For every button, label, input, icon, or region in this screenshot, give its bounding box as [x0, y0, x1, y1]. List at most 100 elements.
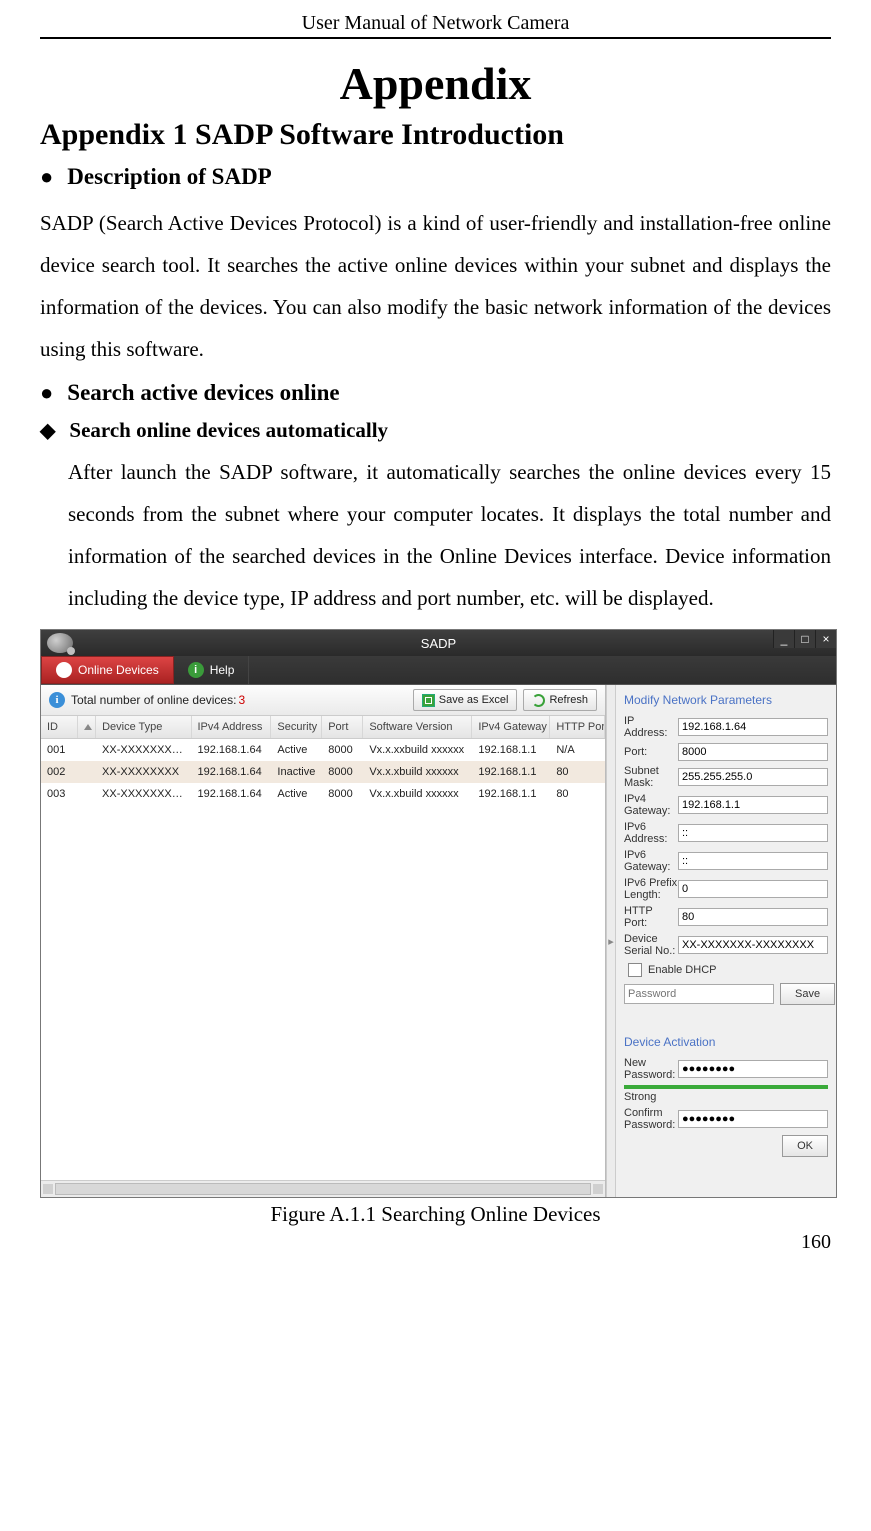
cell-gateway: 192.168.1.1 [472, 766, 550, 778]
activation-title: Device Activation [624, 1035, 828, 1049]
titlebar: SADP _ □ × [41, 630, 836, 656]
table-header: ID Device Type IPv4 Address Security Por… [41, 716, 605, 739]
page-number: 160 [40, 1231, 831, 1254]
ipv6-prefix-label: IPv6 Prefix Length: [624, 877, 678, 901]
col-id[interactable]: ID [41, 716, 78, 738]
sort-asc-icon [84, 724, 92, 730]
cell-ip: 192.168.1.64 [191, 788, 271, 800]
cell-ip: 192.168.1.64 [191, 766, 271, 778]
table-row[interactable]: 003 XX-XXXXXXXXXX 192.168.1.64 Active 80… [41, 783, 605, 805]
col-sort[interactable] [78, 716, 96, 738]
col-device-type[interactable]: Device Type [96, 716, 191, 738]
ipv4-gateway-input[interactable] [678, 796, 828, 814]
cell-id: 001 [41, 744, 78, 756]
paragraph-description: SADP (Search Active Devices Protocol) is… [40, 202, 831, 370]
cell-security: Active [271, 788, 322, 800]
excel-icon [422, 694, 435, 707]
maximize-button[interactable]: □ [794, 630, 815, 648]
panel-title: Modify Network Parameters [624, 693, 828, 707]
table-body: 001 XX-XXXXXXXX-X 192.168.1.64 Active 80… [41, 739, 605, 1180]
confirm-password-input[interactable] [678, 1110, 828, 1128]
appendix-title: Appendix [40, 57, 831, 110]
cell-type: XX-XXXXXXXXXX [96, 788, 191, 800]
refresh-button[interactable]: Refresh [523, 689, 597, 711]
cell-version: Vx.x.xbuild xxxxxx [363, 788, 472, 800]
subsubsection-auto: Search online devices automatically [69, 418, 388, 443]
app-title: SADP [421, 636, 456, 651]
col-http-port[interactable]: HTTP Port [550, 716, 605, 738]
save-as-excel-button[interactable]: Save as Excel [413, 689, 518, 711]
horizontal-scrollbar[interactable] [41, 1180, 605, 1197]
password-input[interactable] [624, 984, 774, 1004]
paragraph-auto: After launch the SADP software, it autom… [68, 451, 831, 619]
cell-port: 8000 [322, 788, 363, 800]
col-software-version[interactable]: Software Version [363, 716, 472, 738]
http-port-input[interactable] [678, 908, 828, 926]
section-heading: Appendix 1 SADP Software Introduction [40, 118, 831, 152]
password-strength-label: Strong [624, 1091, 828, 1103]
minimize-button[interactable]: _ [773, 630, 794, 648]
figure-caption: Figure A.1.1 Searching Online Devices [40, 1202, 831, 1227]
bullet-icon: ● [40, 166, 53, 188]
online-devices-icon [56, 662, 72, 678]
subsection-search: Search active devices online [67, 380, 339, 406]
cell-gateway: 192.168.1.1 [472, 744, 550, 756]
cell-ip: 192.168.1.64 [191, 744, 271, 756]
serial-no-label: Device Serial No.: [624, 933, 678, 957]
table-row[interactable]: 001 XX-XXXXXXXX-X 192.168.1.64 Active 80… [41, 739, 605, 761]
tab-online-devices[interactable]: Online Devices [41, 656, 174, 684]
new-password-label: New Password: [624, 1057, 678, 1081]
port-input[interactable] [678, 743, 828, 761]
cell-id: 003 [41, 788, 78, 800]
tab-label: Online Devices [78, 663, 159, 677]
ipv6-gateway-input[interactable] [678, 852, 828, 870]
app-logo-icon [47, 633, 73, 653]
enable-dhcp-checkbox[interactable] [628, 963, 642, 977]
tab-label: Help [210, 663, 235, 677]
password-strength-bar [624, 1085, 828, 1089]
subnet-mask-label: Subnet Mask: [624, 765, 678, 789]
cell-id: 002 [41, 766, 78, 778]
confirm-password-label: Confirm Password: [624, 1107, 678, 1131]
table-row[interactable]: 002 XX-XXXXXXXX 192.168.1.64 Inactive 80… [41, 761, 605, 783]
modify-network-panel: Modify Network Parameters IP Address: Po… [616, 685, 836, 1197]
cell-type: XX-XXXXXXXX-X [96, 744, 191, 756]
serial-no-input[interactable] [678, 936, 828, 954]
cell-http: 80 [550, 766, 605, 778]
bullet-icon: ● [40, 382, 53, 404]
ip-address-input[interactable] [678, 718, 828, 736]
sadp-application: SADP _ □ × Online Devices i Help i Total… [40, 629, 837, 1198]
ip-address-label: IP Address: [624, 715, 678, 739]
cell-type: XX-XXXXXXXX [96, 766, 191, 778]
total-label: Total number of online devices: [71, 693, 236, 707]
enable-dhcp-label: Enable DHCP [648, 964, 716, 976]
cell-security: Active [271, 744, 322, 756]
pane-splitter[interactable]: ▸ [606, 685, 616, 1197]
col-ipv4-gateway[interactable]: IPv4 Gateway [472, 716, 550, 738]
cell-gateway: 192.168.1.1 [472, 788, 550, 800]
ipv6-address-label: IPv6 Address: [624, 821, 678, 845]
cell-http: 80 [550, 788, 605, 800]
col-security[interactable]: Security [271, 716, 322, 738]
new-password-input[interactable] [678, 1060, 828, 1078]
cell-version: Vx.x.xbuild xxxxxx [363, 766, 472, 778]
port-label: Port: [624, 746, 678, 758]
diamond-icon: ◆ [40, 421, 55, 441]
tab-help[interactable]: i Help [174, 656, 250, 684]
ipv6-gateway-label: IPv6 Gateway: [624, 849, 678, 873]
refresh-icon [532, 694, 545, 707]
col-port[interactable]: Port [322, 716, 363, 738]
subnet-mask-input[interactable] [678, 768, 828, 786]
info-icon: i [49, 692, 65, 708]
close-button[interactable]: × [815, 630, 836, 648]
button-label: Refresh [549, 694, 588, 706]
cell-security: Inactive [271, 766, 322, 778]
cell-port: 8000 [322, 766, 363, 778]
ipv6-prefix-input[interactable] [678, 880, 828, 898]
ipv4-gateway-label: IPv4 Gateway: [624, 793, 678, 817]
col-ipv4-address[interactable]: IPv4 Address [192, 716, 272, 738]
ok-button[interactable]: OK [782, 1135, 828, 1157]
cell-http: N/A [550, 744, 605, 756]
save-button[interactable]: Save [780, 983, 835, 1005]
ipv6-address-input[interactable] [678, 824, 828, 842]
